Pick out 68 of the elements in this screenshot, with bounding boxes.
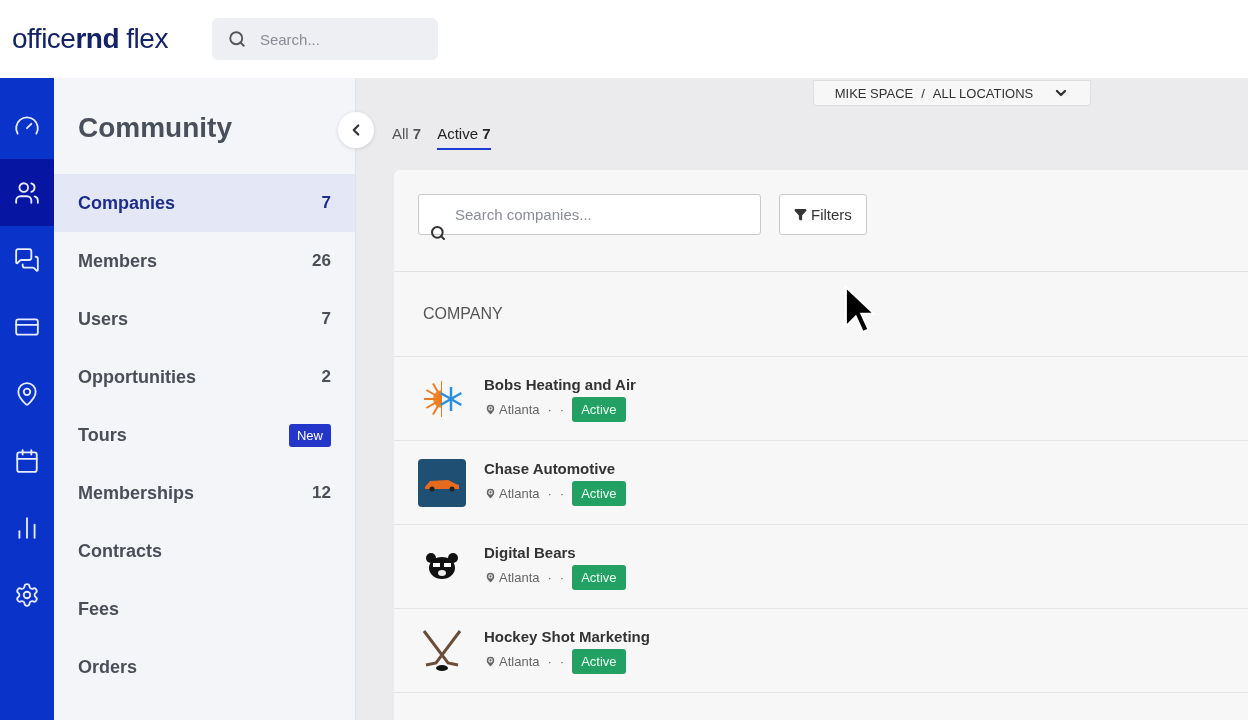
separator-dot: · [547, 653, 552, 669]
company-name[interactable]: Hockey Shot Marketing [484, 627, 650, 645]
sidebar-item[interactable]: Users 7 [54, 290, 355, 348]
sidebar-item-label: Contracts [78, 540, 162, 562]
status-badge: Active [572, 480, 626, 506]
search-icon [227, 30, 246, 48]
map-pin-icon [484, 402, 497, 416]
car-logo [418, 458, 466, 507]
chat-icon [14, 246, 40, 273]
search-field[interactable]: Search... [211, 18, 438, 60]
collapse-button[interactable] [338, 112, 374, 148]
users-icon [14, 179, 40, 206]
sidebar-item-label: Users [78, 308, 129, 330]
separator-dot: · [547, 485, 552, 501]
map-pin-icon [484, 654, 497, 668]
sidebar-item-label: Members [78, 250, 158, 272]
calendar-icon [14, 447, 40, 474]
location-label: Atlanta [484, 569, 540, 585]
separator-dot: · [547, 569, 552, 585]
sidebar-item-label: Memberships [78, 482, 195, 504]
sidebar-item[interactable]: Members 26 [54, 232, 355, 290]
item-count: 7 [321, 193, 331, 213]
sidebar-item-label: Companies [78, 192, 176, 214]
location-picker[interactable]: MIKE SPACE / ALL LOCATIONS [813, 80, 1091, 106]
item-count: 2 [321, 367, 331, 387]
separator-dot: · [559, 485, 565, 501]
sidebar-item-label: Tours [78, 424, 127, 446]
sidebar-item[interactable]: Fees [54, 580, 355, 638]
settings-icon [14, 581, 40, 608]
sidebar-item[interactable]: Tours New [54, 406, 355, 464]
sidebar-item[interactable]: Orders [54, 638, 355, 696]
company-name[interactable]: Digital Bears [484, 543, 626, 561]
company-name[interactable]: Bobs Heating and Air [484, 375, 636, 393]
filters-button[interactable]: Filters [779, 194, 867, 235]
item-count: 12 [312, 483, 331, 503]
status-badge: Active [572, 648, 626, 674]
sidebar-item[interactable]: Contracts [54, 522, 355, 580]
column-header: COMPANY [423, 305, 503, 323]
map-pin-icon [484, 486, 497, 500]
sidebar-item[interactable]: Companies 7 [54, 174, 355, 232]
location-label: Atlanta [484, 485, 540, 501]
tab[interactable]: All 7 [392, 124, 422, 150]
map-pin-icon [484, 570, 497, 584]
sidebar-item[interactable]: Opportunities 2 [54, 348, 355, 406]
nav-button[interactable] [0, 159, 54, 226]
sidebar-item-label: Orders [78, 656, 138, 678]
search-icon [430, 224, 446, 241]
sidebar-title: Community [77, 111, 233, 145]
company-name[interactable]: Chase Automotive [484, 459, 626, 477]
filter-icon [794, 208, 807, 221]
sidebar-item-label: Fees [78, 598, 120, 620]
status-badge: Active [572, 396, 626, 422]
item-count: 26 [312, 251, 331, 271]
search-field[interactable]: Search companies... [418, 194, 761, 235]
separator-dot: · [559, 653, 565, 669]
location-label: Atlanta [484, 401, 540, 417]
new-badge: New [289, 423, 331, 447]
tab[interactable]: Active 7 [437, 124, 491, 150]
item-count: 7 [321, 309, 331, 329]
sidebar-item[interactable]: Memberships 12 [54, 464, 355, 522]
separator-dot: · [559, 569, 565, 585]
sidebar-item-label: Opportunities [78, 366, 196, 388]
separator-dot: · [547, 401, 552, 417]
separator-dot: · [559, 401, 565, 417]
logo[interactable]: officernd flex [12, 23, 168, 55]
status-badge: Active [572, 564, 626, 590]
map-pin-icon [14, 380, 40, 407]
location-label: Atlanta [484, 653, 540, 669]
